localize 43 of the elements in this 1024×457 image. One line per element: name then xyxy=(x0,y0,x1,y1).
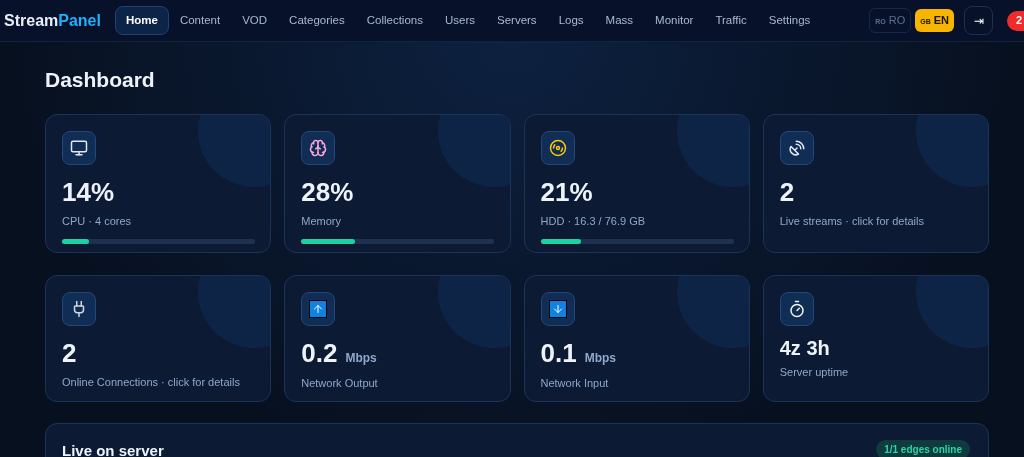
panel-title: Live on server xyxy=(62,440,164,457)
stat-value: 2 xyxy=(779,178,795,205)
nav-tab[interactable]: Servers xyxy=(486,5,548,36)
stat-label: Network Output xyxy=(301,375,379,391)
stat-label: CPU · 4 cores xyxy=(62,213,133,229)
stat-label: Network Input xyxy=(540,375,610,391)
nav-tab[interactable]: Monitor xyxy=(644,5,705,36)
nav-tab[interactable]: Mass xyxy=(594,5,645,36)
nav-tab[interactable]: Categories xyxy=(278,5,356,36)
stat-label: Online Connections · click for details xyxy=(62,374,241,390)
nav-tab[interactable]: Content xyxy=(168,5,232,36)
stat-label: Server uptime xyxy=(779,364,850,380)
nav-tab[interactable]: Collections xyxy=(355,5,434,36)
notification-badge[interactable]: 2 xyxy=(1007,10,1024,31)
page-title: Dashboard xyxy=(45,67,156,93)
stat-value: 0.1 xyxy=(540,339,577,366)
stat-label: Live streams · click for details xyxy=(779,213,925,229)
nav-tab[interactable]: Home xyxy=(114,5,169,36)
nav-tab[interactable]: Traffic xyxy=(704,5,758,36)
stopwatch-icon xyxy=(787,299,806,318)
disc-icon xyxy=(548,138,567,157)
nav-tab[interactable]: VOD xyxy=(231,5,279,36)
monitor-icon xyxy=(70,138,88,157)
stat-label: HDD · 16.3 / 76.9 GB xyxy=(540,213,647,229)
arrow-up-icon xyxy=(309,299,328,318)
stat-label: Memory xyxy=(301,213,342,229)
nav-tab[interactable]: Settings xyxy=(757,5,822,36)
brand-logo[interactable]: StreamPanel xyxy=(4,8,101,33)
satellite-dish-icon xyxy=(787,138,806,157)
stat-value: 4z 3h xyxy=(779,337,830,358)
status-badge: 1/1 edges online xyxy=(876,439,970,457)
stat-value: 2 xyxy=(62,339,77,366)
brain-icon xyxy=(309,138,328,157)
logout-button[interactable]: ⇥ xyxy=(964,6,993,35)
stat-value: 14% xyxy=(62,178,115,205)
arrow-down-icon xyxy=(548,299,567,318)
stat-unit: Mbps xyxy=(584,349,616,367)
stat-value: 21% xyxy=(540,178,593,205)
stat-unit: Mbps xyxy=(345,349,377,367)
nav-tab[interactable]: Logs xyxy=(547,5,595,36)
nav-tab[interactable]: Users xyxy=(433,5,486,36)
stat-value: 0.2 xyxy=(301,339,338,366)
stat-value: 28% xyxy=(301,178,354,205)
